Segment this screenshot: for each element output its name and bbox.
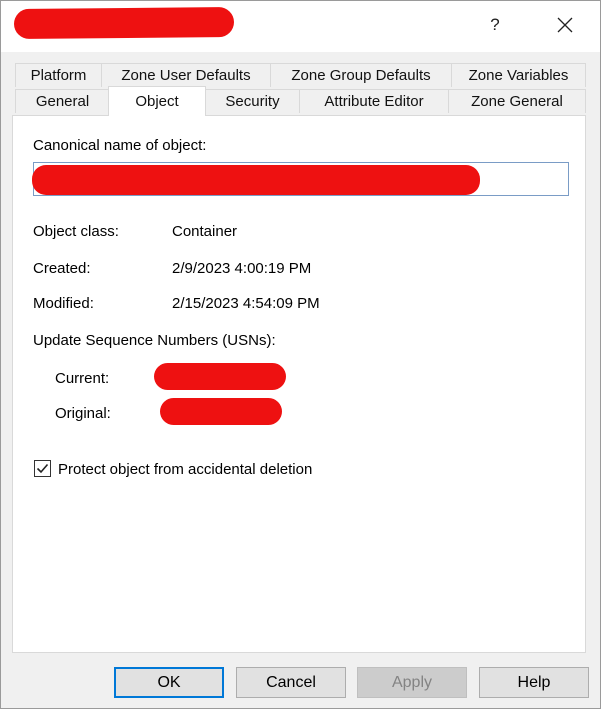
tab-platform[interactable]: Platform [15,63,102,87]
help-button[interactable]: Help [479,667,589,698]
created-label: Created: [33,260,91,277]
tab-general[interactable]: General [15,89,110,113]
protect-deletion-label[interactable]: Protect object from accidental deletion [58,461,312,478]
usn-current-label: Current: [55,370,110,387]
object-class-label: Object class: [33,223,119,240]
ok-button[interactable]: OK [114,667,224,698]
cancel-button[interactable]: Cancel [236,667,346,698]
help-title-button[interactable]: ? [480,10,510,40]
tab-zone-general[interactable]: Zone General [448,89,586,113]
tab-object[interactable]: Object [108,86,206,116]
created-value: 2/9/2023 4:00:19 PM [172,260,312,277]
tab-zone-user-defaults[interactable]: Zone User Defaults [101,63,271,87]
close-button[interactable] [550,10,580,40]
object-class-value: Container [172,223,238,240]
redacted-window-title [13,7,235,39]
redacted-usn-original [160,398,282,425]
close-icon [557,17,573,33]
usn-original-label: Original: [55,405,111,422]
tab-security[interactable]: Security [205,89,300,113]
redacted-canonical-name [32,165,480,195]
checkmark-icon [36,463,49,474]
apply-button[interactable]: Apply [357,667,467,698]
modified-value: 2/15/2023 4:54:09 PM [172,295,320,312]
tab-zone-variables[interactable]: Zone Variables [451,63,586,87]
modified-label: Modified: [33,295,94,312]
redacted-usn-current [154,363,286,390]
tab-attribute-editor[interactable]: Attribute Editor [299,89,449,113]
canonical-name-label: Canonical name of object: [33,137,207,154]
tab-zone-group-defaults[interactable]: Zone Group Defaults [270,63,452,87]
protect-deletion-checkbox[interactable] [34,460,51,477]
usn-heading: Update Sequence Numbers (USNs): [33,332,276,349]
